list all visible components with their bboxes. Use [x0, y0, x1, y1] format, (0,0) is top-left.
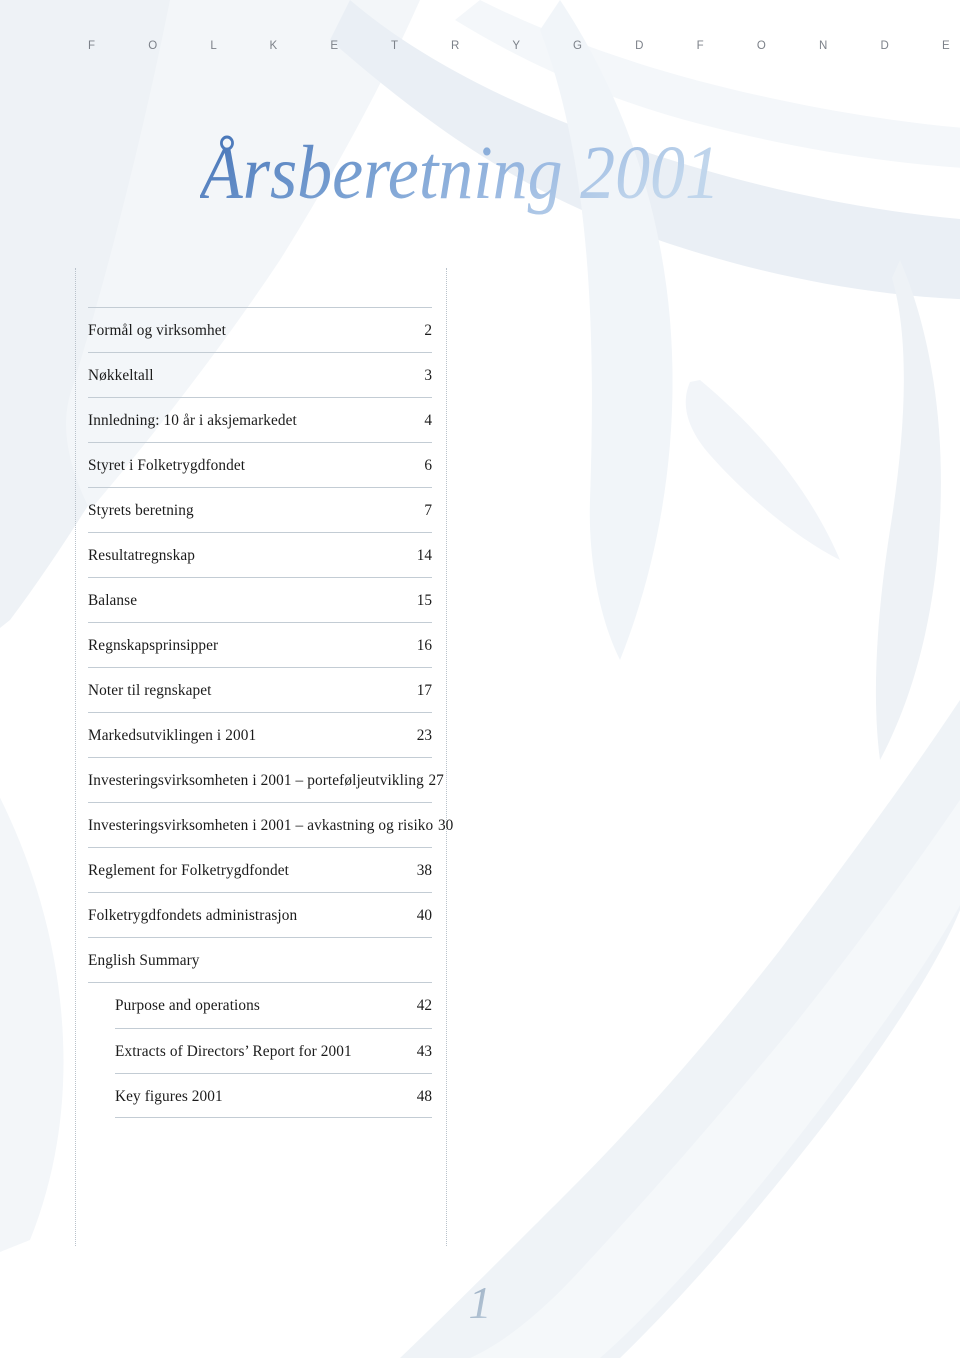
toc-entry-page: 43: [416, 1043, 432, 1060]
toc-entry-page: 38: [416, 862, 432, 879]
toc-row[interactable]: Extracts of Directors’ Report for 2001 4…: [115, 1028, 432, 1073]
toc-row[interactable]: Styret i Folketrygdfondet 6: [88, 442, 432, 487]
toc-entry-page: 6: [424, 457, 432, 474]
toc-entry-page: 17: [416, 682, 432, 699]
toc-entry-page: 7: [424, 502, 432, 519]
running-head: F O L K E T R Y G D F O N D E T: [88, 40, 960, 52]
page-title-text: Årsberetning 2001: [200, 131, 720, 215]
toc-section-heading-english-summary[interactable]: English Summary: [88, 937, 432, 982]
toc-entry-page: 23: [416, 727, 432, 744]
toc-entry-page: 15: [416, 592, 432, 609]
toc-entry-label: Extracts of Directors’ Report for 2001: [115, 1043, 352, 1060]
toc-entry-page: 4: [424, 412, 432, 429]
right-margin-dotted-rule: [446, 268, 447, 1246]
toc-entry-page: 14: [416, 547, 432, 564]
toc-row[interactable]: Markedsutviklingen i 2001 23: [88, 712, 432, 757]
page-title: Årsberetning 2001: [200, 124, 740, 220]
toc-entry-page: 16: [416, 637, 432, 654]
toc-entry-label: English Summary: [88, 952, 200, 969]
toc-row[interactable]: Noter til regnskapet 17: [88, 667, 432, 712]
toc-entry-page: 27: [428, 772, 444, 789]
toc-entry-label: Investeringsvirksomheten i 2001 – avkast…: [88, 817, 434, 834]
toc-entry-page: 30: [438, 817, 454, 834]
toc-entry-label: Nøkkeltall: [88, 367, 154, 384]
toc-row[interactable]: Reglement for Folketrygdfondet 38: [88, 847, 432, 892]
toc-entry-label: Styret i Folketrygdfondet: [88, 457, 246, 474]
toc-row[interactable]: Key figures 2001 48: [115, 1073, 432, 1118]
toc-entry-label: Regnskapsprinsipper: [88, 637, 219, 654]
toc-row[interactable]: Styrets beretning 7: [88, 487, 432, 532]
toc-entry-page: 40: [416, 907, 432, 924]
toc-entry-label: Noter til regnskapet: [88, 682, 212, 699]
toc-row[interactable]: Nøkkeltall 3: [88, 352, 432, 397]
toc-row[interactable]: Investeringsvirksomheten i 2001 – portef…: [88, 757, 444, 802]
toc-row[interactable]: Resultatregnskap 14: [88, 532, 432, 577]
toc-entry-label: Folketrygdfondets administrasjon: [88, 907, 298, 924]
table-of-contents: Formål og virksomhet 2 Nøkkeltall 3 Innl…: [88, 307, 453, 1118]
folio-page-number: 1: [0, 1272, 960, 1337]
toc-entry-label: Formål og virksomhet: [88, 322, 226, 339]
toc-entry-label: Balanse: [88, 592, 138, 609]
toc-entry-label: Innledning: 10 år i aksjemarkedet: [88, 412, 297, 429]
toc-entry-page: 2: [424, 322, 432, 339]
toc-row[interactable]: Investeringsvirksomheten i 2001 – avkast…: [88, 802, 453, 847]
toc-entry-page: 42: [416, 997, 432, 1014]
toc-row[interactable]: Balanse 15: [88, 577, 432, 622]
toc-entry-label: Reglement for Folketrygdfondet: [88, 862, 289, 879]
toc-entry-label: Resultatregnskap: [88, 547, 195, 564]
annual-report-contents-page: F O L K E T R Y G D F O N D E T Årsberet…: [0, 0, 960, 1358]
toc-entry-label: Purpose and operations: [115, 997, 260, 1014]
toc-row[interactable]: Purpose and operations 42: [115, 983, 432, 1028]
toc-row[interactable]: Regnskapsprinsipper 16: [88, 622, 432, 667]
left-margin-dotted-rule: [75, 268, 76, 1246]
toc-entry-label: Styrets beretning: [88, 502, 194, 519]
toc-entry-label: Investeringsvirksomheten i 2001 – portef…: [88, 772, 424, 789]
toc-entry-label: Markedsutviklingen i 2001: [88, 727, 257, 744]
toc-entry-page: 48: [416, 1088, 432, 1105]
toc-entry-label: Key figures 2001: [115, 1088, 223, 1105]
folio-text: 1: [469, 1277, 492, 1328]
toc-row[interactable]: Innledning: 10 år i aksjemarkedet 4: [88, 397, 432, 442]
toc-row[interactable]: Formål og virksomhet 2: [88, 307, 432, 352]
toc-entry-page: 3: [424, 367, 432, 384]
toc-row[interactable]: Folketrygdfondets administrasjon 40: [88, 892, 432, 937]
